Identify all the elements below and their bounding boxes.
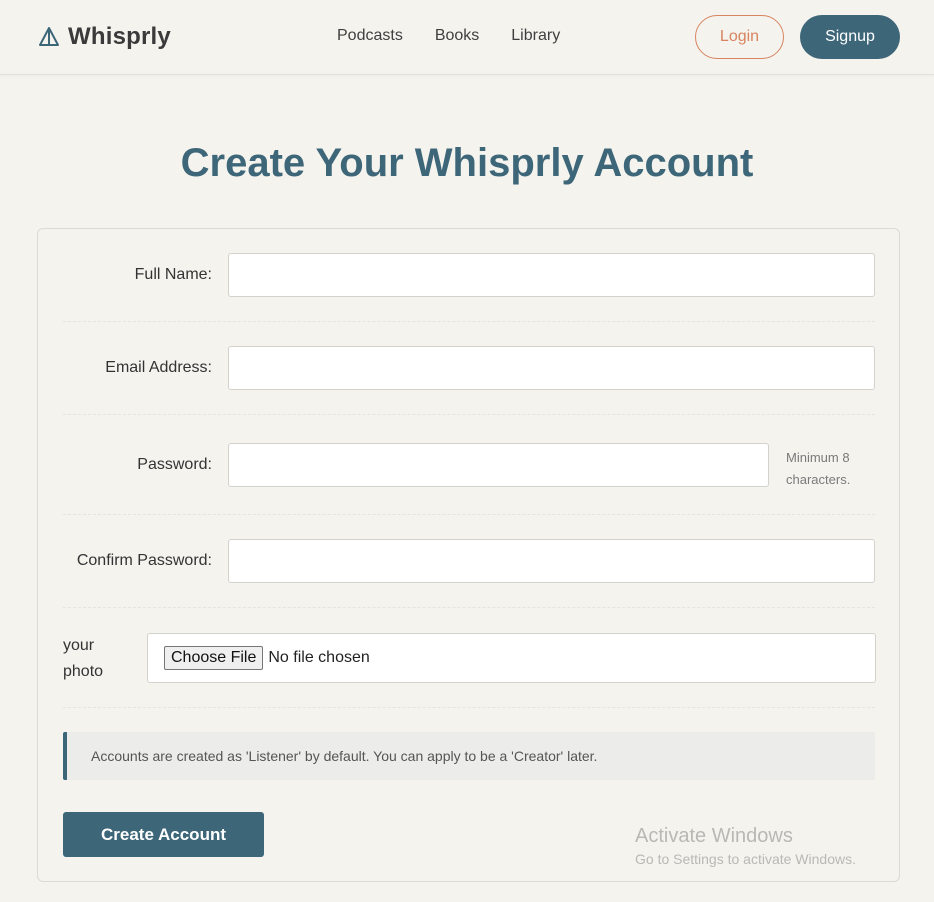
email-input[interactable] bbox=[228, 346, 875, 390]
info-text: Accounts are created as 'Listener' by de… bbox=[91, 748, 598, 764]
activate-windows-watermark: Activate Windows Go to Settings to activ… bbox=[635, 824, 856, 869]
watermark-title: Activate Windows bbox=[635, 825, 793, 847]
login-button[interactable]: Login bbox=[695, 15, 784, 59]
divider bbox=[63, 607, 875, 608]
file-status: No file chosen bbox=[268, 649, 370, 666]
confirm-password-label: Confirm Password: bbox=[76, 552, 212, 569]
sailboat-icon bbox=[38, 26, 60, 48]
watermark-subtitle: Go to Settings to activate Windows. bbox=[635, 851, 856, 867]
brand-logo[interactable]: Whisprly bbox=[38, 22, 171, 52]
nav-books[interactable]: Books bbox=[435, 27, 479, 45]
divider bbox=[63, 707, 875, 708]
photo-file-input[interactable]: Choose File No file chosen bbox=[147, 633, 876, 683]
info-notice: Accounts are created as 'Listener' by de… bbox=[63, 732, 875, 780]
nav-podcasts[interactable]: Podcasts bbox=[337, 27, 403, 45]
choose-file-button[interactable]: Choose File bbox=[164, 646, 264, 670]
confirm-password-input[interactable] bbox=[228, 539, 875, 583]
full-name-input[interactable] bbox=[228, 253, 875, 297]
brand-name: Whisprly bbox=[68, 23, 171, 50]
divider bbox=[63, 321, 875, 322]
password-label: Password: bbox=[137, 456, 212, 473]
photo-label: your photo bbox=[63, 637, 104, 680]
divider bbox=[63, 414, 875, 415]
top-navbar: Whisprly Podcasts Books Library Login Si… bbox=[0, 0, 934, 75]
password-hint: Minimum 8 characters. bbox=[786, 450, 851, 487]
nav-links: Podcasts Books Library bbox=[337, 27, 560, 45]
email-label: Email Address: bbox=[105, 359, 212, 376]
create-account-button[interactable]: Create Account bbox=[63, 812, 264, 857]
nav-library[interactable]: Library bbox=[511, 27, 560, 45]
password-input[interactable] bbox=[228, 443, 769, 487]
full-name-label: Full Name: bbox=[134, 266, 212, 283]
divider bbox=[63, 514, 875, 515]
signup-form-card: Full Name: Email Address: Password: Mini… bbox=[37, 228, 900, 882]
signup-button[interactable]: Signup bbox=[800, 15, 900, 59]
page-title: Create Your Whisprly Account bbox=[180, 141, 754, 185]
